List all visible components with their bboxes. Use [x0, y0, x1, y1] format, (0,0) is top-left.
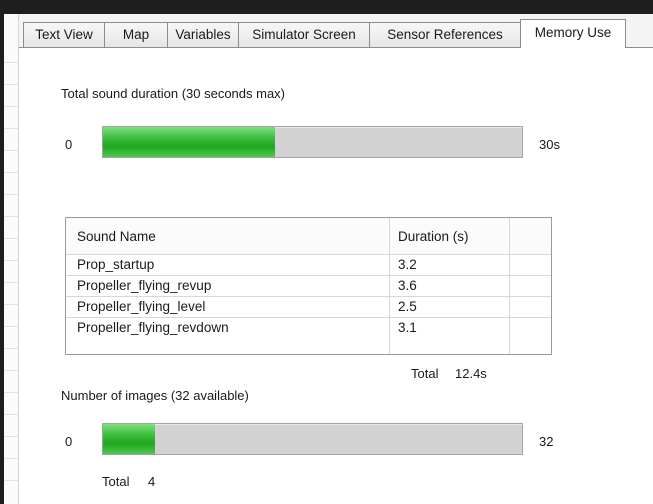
gutter-line — [4, 326, 18, 327]
duration-cell: 2.5 — [398, 299, 417, 314]
sound-max-label: 30s — [539, 137, 560, 152]
sound-total-label: Total — [411, 366, 439, 381]
gutter-line — [4, 150, 18, 151]
sound-total-value: 12.4s — [455, 366, 487, 381]
gutter-line — [4, 238, 18, 239]
gutter-line — [4, 260, 18, 261]
table-row[interactable]: Propeller_flying_level 2.5 — [66, 297, 551, 318]
images-min-label: 0 — [65, 434, 73, 449]
gutter-line — [4, 106, 18, 107]
sound-name-cell: Propeller_flying_revdown — [77, 320, 229, 335]
table-row[interactable]: Prop_startup 3.2 — [66, 255, 551, 276]
tab-sensor-references[interactable]: Sensor References — [369, 22, 521, 47]
images-max-label: 32 — [539, 434, 554, 449]
left-gutter — [4, 14, 19, 504]
gutter-line — [4, 348, 18, 349]
duration-cell: 3.2 — [398, 257, 417, 272]
sound-table-header: Sound Name Duration (s) — [66, 218, 551, 255]
tab-memory-use[interactable]: Memory Use — [520, 19, 626, 48]
sound-duration-heading: Total sound duration (30 seconds max) — [61, 86, 286, 101]
sound-duration-progress-bar — [102, 126, 523, 158]
tab-map[interactable]: Map — [104, 22, 168, 47]
sound-min-label: 0 — [65, 137, 73, 152]
tab-variables[interactable]: Variables — [167, 22, 239, 47]
column-divider — [509, 218, 510, 354]
gutter-line — [4, 458, 18, 459]
sound-table: Sound Name Duration (s) Prop_startup 3.2… — [65, 217, 552, 355]
images-progress-bar — [102, 423, 523, 455]
gutter-line — [4, 194, 18, 195]
duration-cell: 3.6 — [398, 278, 417, 293]
gutter-line — [4, 370, 18, 371]
images-heading: Number of images (32 available) — [61, 388, 249, 403]
sound-name-cell: Propeller_flying_revup — [77, 278, 212, 293]
gutter-line — [4, 172, 18, 173]
images-total-value: 4 — [148, 474, 156, 489]
sound-name-cell: Prop_startup — [77, 257, 155, 272]
duration-cell: 3.1 — [398, 320, 417, 335]
tab-text-view[interactable]: Text View — [23, 22, 105, 47]
gutter-line — [4, 304, 18, 305]
gutter-line — [4, 436, 18, 437]
column-divider — [389, 218, 390, 354]
table-row[interactable]: Propeller_flying_revdown 3.1 — [66, 318, 551, 338]
gutter-line — [4, 392, 18, 393]
gutter-line — [4, 414, 18, 415]
memory-use-panel: Total sound duration (30 seconds max) 0 … — [19, 48, 653, 504]
gutter-line — [4, 216, 18, 217]
column-header-sound-name[interactable]: Sound Name — [77, 229, 156, 244]
gutter-line — [4, 128, 18, 129]
tab-strip: Text View Map Variables Simulator Screen… — [19, 14, 653, 48]
gutter-line — [4, 62, 18, 63]
table-row[interactable]: Propeller_flying_revup 3.6 — [66, 276, 551, 297]
sound-name-cell: Propeller_flying_level — [77, 299, 206, 314]
tab-simulator-screen[interactable]: Simulator Screen — [238, 22, 370, 47]
images-progress-fill — [103, 424, 156, 454]
gutter-line — [4, 282, 18, 283]
window-frame-top — [0, 0, 653, 14]
gutter-line — [4, 84, 18, 85]
column-header-duration[interactable]: Duration (s) — [398, 229, 469, 244]
gutter-line — [4, 480, 18, 481]
images-total-label: Total — [102, 474, 130, 489]
sound-duration-progress-fill — [103, 127, 275, 157]
